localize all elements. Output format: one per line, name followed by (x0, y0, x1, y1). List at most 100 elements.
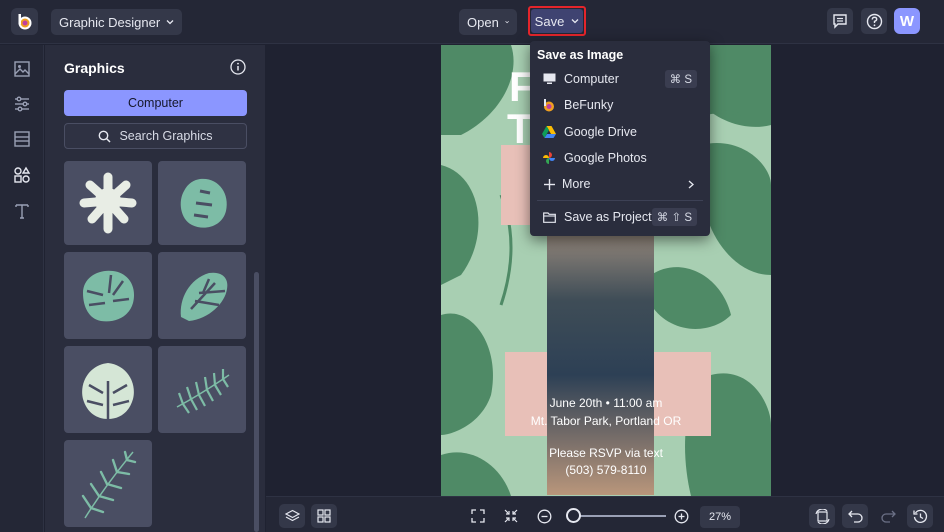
folder-icon (542, 210, 556, 224)
undo-icon (847, 510, 863, 523)
save-menu-label: BeFunky (564, 98, 614, 112)
rotate-canvas-button[interactable] (809, 504, 835, 528)
adjustments-icon (15, 96, 29, 112)
graphics-icon (14, 166, 31, 183)
befunky-logo-icon (18, 13, 31, 29)
image-icon (14, 61, 30, 77)
rsvp-line: Please RSVP via text (549, 446, 663, 460)
plus-icon (542, 177, 556, 191)
save-menu-item-google-photos[interactable]: Google Photos (530, 145, 710, 171)
rail-item-image[interactable] (11, 58, 33, 80)
graphic-tile[interactable] (64, 440, 152, 527)
monstera-light-graphic (82, 362, 134, 419)
graphic-tile[interactable] (64, 346, 152, 433)
event-date: June 20th • 11:00 am (549, 396, 663, 410)
actual-size-button[interactable] (499, 504, 523, 528)
befunky-icon (542, 98, 556, 112)
comments-button[interactable] (827, 8, 853, 34)
save-label: Save (534, 13, 565, 29)
layers-icon (284, 509, 300, 521)
zoom-slider-thumb[interactable] (565, 508, 581, 523)
redo-icon (880, 510, 896, 523)
google-photos-icon (542, 151, 556, 165)
expand-icon (471, 509, 485, 523)
palm-frond-graphic (81, 450, 137, 518)
rail-item-text[interactable] (11, 200, 33, 222)
graphic-tile[interactable] (158, 252, 246, 339)
save-menu: Save as Image Computer ⌘ S BeFunky Googl… (530, 41, 710, 236)
shortcut-badge: ⌘ S (664, 70, 697, 88)
befunky-logo[interactable] (11, 8, 38, 35)
graphics-panel: Graphics Computer Search Graphics (45, 45, 265, 532)
panel-title: Graphics (64, 60, 125, 76)
panel-scrollbar[interactable] (254, 272, 259, 532)
graphic-tile[interactable] (158, 346, 246, 433)
shrink-icon (504, 509, 518, 523)
mode-selector[interactable]: Graphic Designer (51, 9, 183, 35)
user-avatar[interactable]: W (894, 8, 920, 34)
rail-item-layouts[interactable] (11, 128, 33, 150)
history-icon (912, 509, 927, 523)
zoom-out-button[interactable] (532, 504, 556, 528)
save-menu-item-more[interactable]: More (530, 171, 710, 197)
search-icon (99, 130, 111, 143)
save-menu-label: Computer (564, 72, 619, 86)
layouts-icon (14, 131, 30, 147)
graphic-tile[interactable] (64, 252, 152, 339)
help-icon (866, 13, 882, 29)
grid-view-button[interactable] (311, 504, 337, 528)
redo-button[interactable] (876, 504, 900, 528)
monstera-round-graphic (180, 178, 227, 228)
save-menu-item-save-project[interactable]: Save as Project ⌘ ⇧ S (530, 204, 710, 230)
sync-icon (814, 508, 830, 524)
comment-icon (833, 14, 847, 29)
chevron-down-icon (505, 20, 509, 24)
open-label: Open (467, 14, 499, 30)
save-menu-item-computer[interactable]: Computer ⌘ S (530, 66, 710, 92)
fern-frond-graphic (176, 368, 230, 414)
help-button[interactable] (861, 8, 887, 34)
save-menu-item-google-drive[interactable]: Google Drive (530, 119, 710, 145)
rsvp-phone: (503) 579-8110 (565, 463, 647, 477)
bottom-toolbar: 27% (266, 496, 944, 532)
save-menu-header: Save as Image (537, 48, 624, 62)
fit-to-screen-button[interactable] (466, 504, 490, 528)
mode-label: Graphic Designer (59, 14, 161, 30)
zoom-in-icon (674, 509, 688, 523)
rail-item-adjust[interactable] (11, 93, 33, 115)
search-graphics-button[interactable]: Search Graphics (64, 123, 247, 149)
monitor-icon (542, 72, 556, 86)
save-menu-label: More (562, 177, 591, 191)
top-bar: Graphic Designer Open Save W (0, 0, 944, 44)
search-graphics-label: Search Graphics (119, 129, 213, 143)
undo-button[interactable] (842, 504, 868, 528)
save-menu-label: Google Drive (564, 125, 637, 139)
save-button[interactable]: Save (528, 6, 586, 36)
info-icon[interactable] (230, 59, 246, 75)
tool-rail (0, 45, 44, 532)
rail-item-graphics[interactable] (11, 164, 33, 186)
event-location: Mt. Tabor Park, Portland OR (530, 414, 682, 428)
save-button-inner: Save (531, 9, 583, 33)
chevron-down-icon (166, 20, 174, 25)
zoom-slider-track[interactable] (570, 515, 666, 517)
text-icon (15, 204, 29, 219)
shortcut-badge: ⌘ ⇧ S (651, 208, 697, 226)
zoom-in-button[interactable] (669, 504, 693, 528)
history-button[interactable] (907, 504, 933, 528)
save-menu-item-befunky[interactable]: BeFunky (530, 92, 710, 118)
graphic-tile[interactable] (158, 161, 246, 245)
headline-letter: T (507, 105, 533, 152)
save-menu-label: Save as Project (564, 210, 652, 224)
layers-button[interactable] (279, 504, 305, 528)
chevron-down-icon (571, 19, 579, 24)
save-menu-label: Google Photos (564, 151, 647, 165)
computer-upload-button[interactable]: Computer (64, 90, 247, 116)
open-button[interactable]: Open (459, 9, 517, 35)
graphics-grid (64, 161, 247, 532)
grid-icon (317, 509, 331, 523)
zoom-percent-readout[interactable]: 27% (700, 506, 740, 528)
graphic-tile[interactable] (64, 161, 152, 245)
chevron-right-icon (688, 180, 694, 188)
menu-divider (537, 200, 703, 201)
